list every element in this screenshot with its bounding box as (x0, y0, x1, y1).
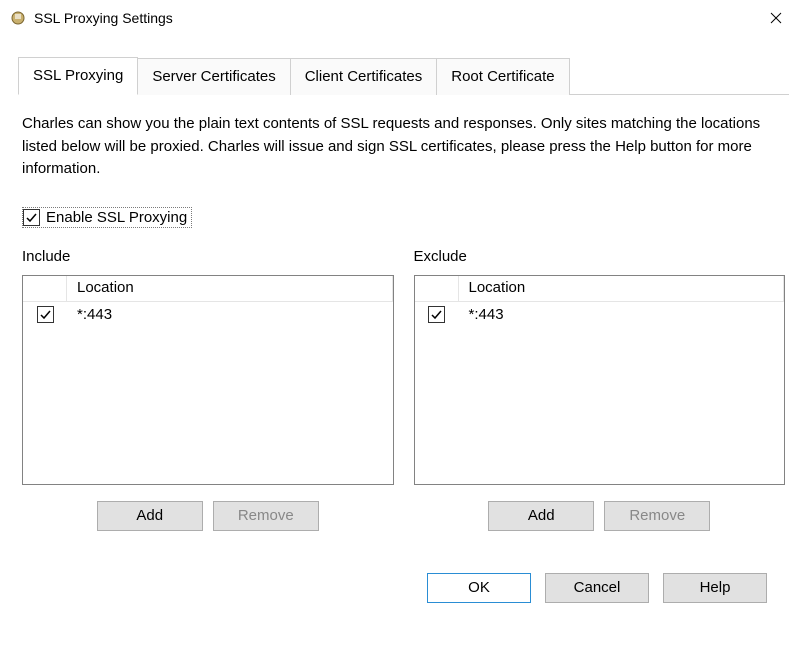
check-icon (39, 308, 52, 321)
include-header: Location (23, 276, 393, 302)
enable-ssl-proxying-checkbox[interactable] (23, 209, 40, 226)
include-column: Include Location *:443 Add Remove (22, 248, 394, 531)
include-row-checkbox[interactable] (37, 306, 54, 323)
exclude-column: Exclude Location *:443 Add Remove (414, 248, 786, 531)
exclude-header: Location (415, 276, 785, 302)
window-title: SSL Proxying Settings (34, 10, 753, 26)
include-row-location: *:443 (67, 306, 393, 323)
exclude-row-checkbox[interactable] (428, 306, 445, 323)
include-header-location[interactable]: Location (67, 276, 393, 302)
tab-ssl-proxying[interactable]: SSL Proxying (18, 57, 138, 95)
tab-server-certificates[interactable]: Server Certificates (137, 58, 290, 95)
exclude-header-check[interactable] (415, 276, 459, 302)
tabs: SSL Proxying Server Certificates Client … (18, 56, 789, 95)
close-icon (770, 12, 782, 24)
include-label: Include (22, 248, 394, 265)
check-icon (25, 211, 38, 224)
exclude-label: Exclude (414, 248, 786, 265)
exclude-add-button[interactable]: Add (488, 501, 594, 531)
exclude-list[interactable]: Location *:443 (414, 275, 786, 485)
include-add-button[interactable]: Add (97, 501, 203, 531)
ok-button[interactable]: OK (427, 573, 531, 603)
include-header-check[interactable] (23, 276, 67, 302)
exclude-row[interactable]: *:443 (415, 302, 785, 328)
description-text: Charles can show you the plain text cont… (22, 113, 785, 181)
check-icon (430, 308, 443, 321)
include-row[interactable]: *:443 (23, 302, 393, 328)
app-icon (10, 10, 26, 26)
help-button[interactable]: Help (663, 573, 767, 603)
close-button[interactable] (753, 3, 799, 33)
tab-client-certificates[interactable]: Client Certificates (290, 58, 438, 95)
exclude-header-location[interactable]: Location (459, 276, 785, 302)
cancel-button[interactable]: Cancel (545, 573, 649, 603)
titlebar: SSL Proxying Settings (0, 0, 807, 36)
exclude-remove-button[interactable]: Remove (604, 501, 710, 531)
tab-root-certificate[interactable]: Root Certificate (436, 58, 569, 95)
include-remove-button[interactable]: Remove (213, 501, 319, 531)
exclude-row-location: *:443 (459, 306, 785, 323)
enable-ssl-proxying-label: Enable SSL Proxying (46, 209, 187, 226)
include-list[interactable]: Location *:443 (22, 275, 394, 485)
enable-ssl-proxying-row: Enable SSL Proxying (22, 207, 192, 228)
